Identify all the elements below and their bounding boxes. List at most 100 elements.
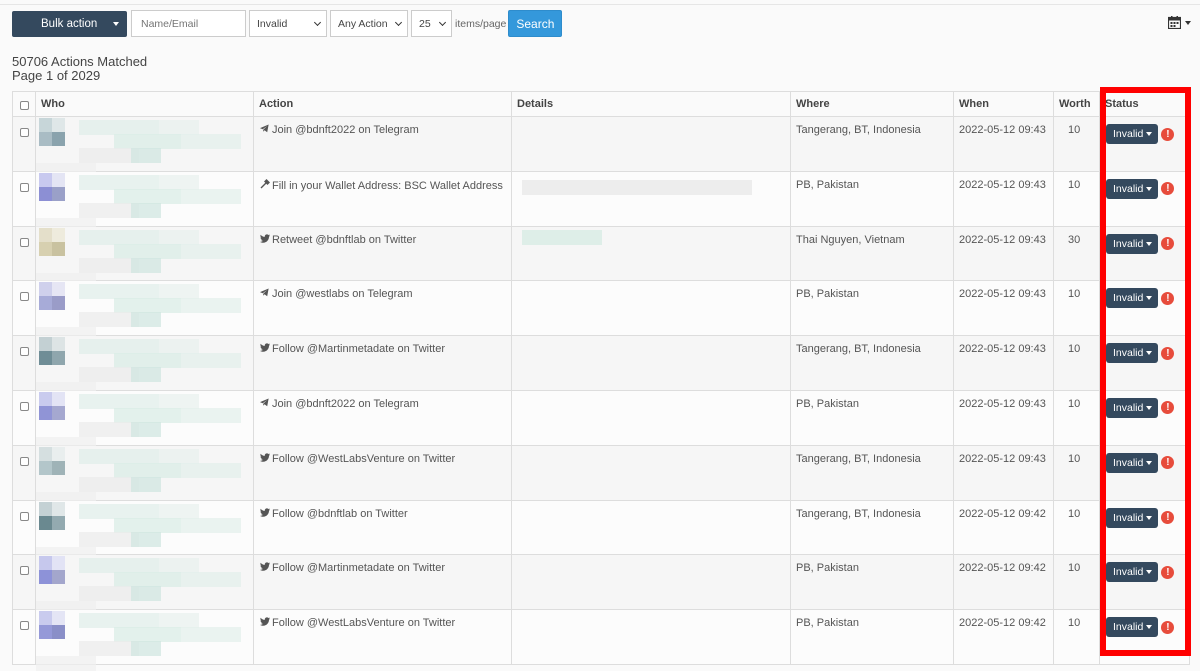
header-when[interactable]: When bbox=[953, 91, 1054, 117]
worth-cell: 10 bbox=[1053, 389, 1100, 446]
redacted-text bbox=[79, 641, 139, 657]
table-row[interactable]: Follow @Martinmetadate on Twitter PB, Pak… bbox=[12, 554, 1190, 617]
exclamation-icon[interactable]: ! bbox=[1161, 511, 1175, 525]
caret-down-icon bbox=[1146, 460, 1153, 465]
status-label: Invalid bbox=[1113, 621, 1144, 634]
row-checkbox[interactable] bbox=[20, 237, 29, 247]
header-worth[interactable]: Worth bbox=[1053, 91, 1100, 117]
status-dropdown-button[interactable]: Invalid bbox=[1106, 562, 1159, 583]
row-select-cell bbox=[12, 609, 36, 665]
status-cell: Invalid! bbox=[1099, 335, 1190, 391]
status-dropdown-button[interactable]: Invalid bbox=[1106, 288, 1159, 309]
chevron-down-icon bbox=[313, 18, 322, 27]
avatar bbox=[39, 172, 66, 201]
table-row[interactable]: Join @bdnft2022 on Telegram Tangerang, BT… bbox=[12, 116, 1190, 178]
row-checkbox[interactable] bbox=[20, 621, 29, 631]
redacted-text bbox=[159, 339, 199, 355]
who-cell[interactable] bbox=[35, 335, 254, 398]
row-checkbox[interactable] bbox=[20, 128, 29, 137]
when-cell: 2022-05-12 09:43 bbox=[953, 116, 1054, 172]
redacted-text bbox=[131, 148, 161, 163]
caret-down-icon bbox=[1146, 570, 1153, 575]
row-checkbox[interactable] bbox=[20, 292, 29, 302]
exclamation-icon[interactable]: ! bbox=[1161, 182, 1175, 196]
avatar bbox=[39, 282, 66, 311]
redacted-text bbox=[79, 558, 159, 574]
row-checkbox[interactable] bbox=[20, 347, 29, 357]
bulk-action-button[interactable]: Bulk action bbox=[12, 10, 127, 37]
who-cell[interactable] bbox=[35, 389, 254, 452]
status-dropdown-button[interactable]: Invalid bbox=[1106, 343, 1159, 364]
exclamation-icon[interactable]: ! bbox=[1161, 401, 1175, 415]
table-row[interactable]: Follow @bdnftlab on Twitter Tangerang, BT… bbox=[12, 499, 1190, 562]
exclamation-icon[interactable]: ! bbox=[1161, 620, 1175, 634]
exclamation-icon[interactable]: ! bbox=[1161, 346, 1175, 360]
who-cell[interactable] bbox=[35, 116, 254, 178]
row-checkbox[interactable] bbox=[20, 182, 29, 192]
header-details[interactable]: Details bbox=[511, 91, 791, 117]
redacted-text bbox=[181, 353, 241, 369]
status-dropdown-button[interactable]: Invalid bbox=[1106, 507, 1159, 528]
status-dropdown-button[interactable]: Invalid bbox=[1106, 124, 1159, 144]
exclamation-icon[interactable]: ! bbox=[1161, 237, 1175, 251]
when-cell: 2022-05-12 09:42 bbox=[953, 609, 1054, 665]
items-per-page-select[interactable]: 25 bbox=[411, 10, 452, 37]
status-cell: Invalid! bbox=[1099, 170, 1190, 227]
who-cell[interactable] bbox=[35, 170, 254, 233]
action-cell: Join @bdnft2022 on Telegram bbox=[253, 389, 512, 446]
items-per-page-value: 25 bbox=[419, 17, 431, 30]
search-button[interactable]: Search bbox=[508, 10, 563, 37]
who-cell[interactable] bbox=[35, 444, 254, 507]
page-indicator: Page 1 of 2029 bbox=[12, 68, 101, 83]
action-filter-select[interactable]: Any Action bbox=[330, 10, 408, 37]
select-all-checkbox[interactable] bbox=[20, 101, 29, 110]
status-dropdown-button[interactable]: Invalid bbox=[1106, 178, 1159, 199]
who-cell[interactable] bbox=[35, 280, 254, 343]
status-cell: Invalid! bbox=[1099, 116, 1190, 172]
exclamation-icon[interactable]: ! bbox=[1161, 127, 1175, 141]
table-row[interactable]: Fill in your Wallet Address: BSC Wallet … bbox=[12, 170, 1190, 233]
date-picker-button[interactable] bbox=[1168, 16, 1191, 29]
header-where[interactable]: Where bbox=[790, 91, 954, 117]
name-email-input[interactable] bbox=[131, 10, 246, 37]
status-filter-select[interactable]: Invalid bbox=[249, 10, 327, 37]
exclamation-icon[interactable]: ! bbox=[1161, 291, 1175, 305]
who-cell[interactable] bbox=[35, 225, 254, 288]
header-status[interactable]: Status bbox=[1099, 91, 1190, 117]
row-checkbox[interactable] bbox=[20, 401, 29, 411]
exclamation-icon[interactable]: ! bbox=[1161, 565, 1175, 579]
status-label: Invalid bbox=[1113, 292, 1144, 305]
who-cell[interactable] bbox=[35, 499, 254, 562]
redacted-text bbox=[131, 257, 161, 273]
row-checkbox[interactable] bbox=[20, 511, 29, 521]
redacted-text bbox=[181, 298, 241, 314]
status-dropdown-button[interactable]: Invalid bbox=[1106, 233, 1159, 254]
table-row[interactable]: Follow @WestLabsVenture on Twitter PB, Pa… bbox=[12, 609, 1190, 671]
table-row[interactable]: Join @bdnft2022 on Telegram PB, Pakistan 2… bbox=[12, 389, 1190, 452]
header-action[interactable]: Action bbox=[253, 91, 512, 117]
row-checkbox[interactable] bbox=[20, 566, 29, 576]
table-row[interactable]: Follow @Martinmetadate on Twitter Tangera… bbox=[12, 335, 1190, 398]
avatar bbox=[39, 611, 66, 640]
results-summary: 50706 Actions Matched Page 1 of 2029 bbox=[12, 55, 147, 83]
status-dropdown-button[interactable]: Invalid bbox=[1106, 397, 1159, 418]
status-label: Invalid bbox=[1113, 511, 1144, 524]
redacted-text bbox=[114, 572, 181, 588]
row-select-cell bbox=[12, 499, 36, 556]
row-checkbox[interactable] bbox=[20, 456, 29, 466]
table-row[interactable]: Retweet @bdnftlab on Twitter Thai Nguyen,… bbox=[12, 225, 1190, 288]
status-dropdown-button[interactable]: Invalid bbox=[1106, 617, 1159, 638]
status-dropdown-button[interactable]: Invalid bbox=[1106, 452, 1159, 473]
row-select-cell bbox=[12, 170, 36, 227]
details-cell bbox=[511, 170, 791, 227]
table-row[interactable]: Join @westlabs on Telegram PB, Pakistan 20… bbox=[12, 280, 1190, 343]
table-row[interactable]: Follow @WestLabsVenture on Twitter Tanger… bbox=[12, 444, 1190, 507]
who-cell[interactable] bbox=[35, 554, 254, 617]
redacted-text bbox=[36, 656, 96, 671]
who-cell[interactable] bbox=[35, 609, 254, 671]
redacted-text bbox=[131, 476, 161, 492]
exclamation-icon[interactable]: ! bbox=[1161, 456, 1175, 470]
telegram-icon bbox=[259, 288, 270, 299]
header-who[interactable]: Who bbox=[35, 91, 254, 117]
redacted-text bbox=[181, 407, 241, 423]
